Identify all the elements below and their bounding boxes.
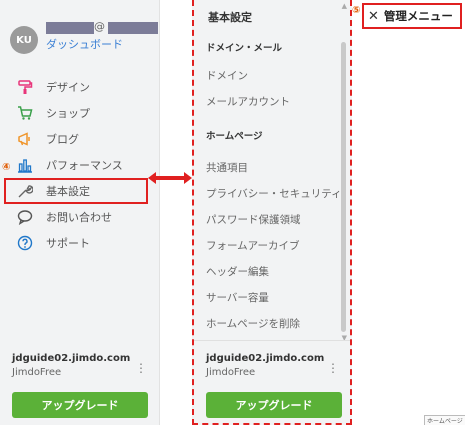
callout-marker-4: ④ — [2, 162, 11, 173]
kebab-icon[interactable]: ⋮ — [327, 361, 339, 375]
sidebar-item-settings[interactable]: 基本設定 — [4, 178, 148, 204]
settings-panel: 基本設定 ▲ ▼ ドメイン・メール ドメイン メールアカウント ホームページ 共… — [192, 0, 352, 425]
menu-item-mail-account[interactable]: メールアカウント — [206, 94, 290, 109]
menu-item-header-edit[interactable]: ヘッダー編集 — [206, 264, 269, 279]
bar-chart-icon — [16, 156, 34, 174]
left-sidebar: KU @ ダッシュボード デザイン ショップ ブログ パフォーマンス 基本設定 … — [0, 0, 160, 425]
cart-icon — [16, 104, 34, 122]
site-domain: jdguide02.jimdo.com — [12, 353, 131, 364]
sidebar-item-design[interactable]: デザイン — [0, 74, 160, 100]
menu-item-password-protected[interactable]: パスワード保護領域 — [206, 212, 301, 227]
account-block: KU @ ダッシュボード — [10, 20, 158, 60]
scrollbar[interactable] — [341, 42, 346, 332]
sidebar-item-label: お問い合わせ — [46, 211, 112, 224]
menu-item-server-capacity[interactable]: サーバー容量 — [206, 290, 269, 305]
close-admin-menu-label: 管理メニュー — [383, 9, 453, 23]
section-domain-mail: ドメイン・メール — [206, 43, 283, 54]
double-arrow-icon — [148, 172, 192, 184]
site-domain: jdguide02.jimdo.com — [206, 353, 325, 364]
account-email: @ — [46, 20, 158, 35]
scroll-up-icon[interactable]: ▲ — [342, 2, 347, 10]
sidebar-item-label: サポート — [46, 237, 90, 250]
question-circle-icon — [16, 234, 34, 252]
site-plan: JimdoFree — [206, 367, 256, 378]
megaphone-icon — [16, 130, 34, 148]
email-at-sign: @ — [94, 20, 105, 33]
sidebar-item-label: ブログ — [46, 133, 79, 146]
upgrade-button[interactable]: アップグレード — [12, 392, 148, 418]
sidebar-item-label: ショップ — [46, 107, 90, 120]
sidebar-item-performance[interactable]: パフォーマンス — [0, 152, 160, 178]
sidebar-item-label: パフォーマンス — [46, 159, 123, 172]
speech-bubble-icon — [16, 208, 34, 226]
close-icon: ✕ — [368, 8, 379, 24]
menu-item-privacy-security[interactable]: プライバシー・セキュリティ — [206, 186, 342, 201]
close-admin-menu-button[interactable]: ✕ 管理メニュー — [362, 3, 462, 29]
kebab-icon[interactable]: ⋮ — [135, 361, 147, 375]
site-plan: JimdoFree — [12, 367, 62, 378]
sidebar-item-blog[interactable]: ブログ — [0, 126, 160, 152]
sidebar-item-label: デザイン — [46, 81, 90, 94]
menu-item-delete-homepage[interactable]: ホームページを削除 — [206, 316, 300, 331]
menu-item-form-archive[interactable]: フォームアーカイブ — [206, 238, 300, 253]
wrench-icon — [16, 182, 34, 200]
sidebar-nav: デザイン ショップ ブログ パフォーマンス 基本設定 お問い合わせ サポート — [0, 74, 160, 256]
homepage-tab[interactable]: ホームページ — [424, 415, 465, 425]
sidebar-item-contact[interactable]: お問い合わせ — [0, 204, 160, 230]
menu-item-domain[interactable]: ドメイン — [206, 68, 248, 83]
paint-roller-icon — [16, 78, 34, 96]
settings-panel-title: 基本設定 — [208, 11, 252, 24]
menu-item-common[interactable]: 共通項目 — [206, 160, 248, 175]
redacted-email-part — [46, 22, 94, 34]
dashboard-link[interactable]: ダッシュボード — [46, 36, 123, 52]
avatar[interactable]: KU — [10, 26, 38, 54]
site-info: jdguide02.jimdo.com JimdoFree ⋮ — [206, 353, 342, 378]
callout-marker-5: ⑤ — [352, 5, 361, 16]
section-homepage: ホームページ — [206, 131, 263, 142]
sidebar-item-support[interactable]: サポート — [0, 230, 160, 256]
divider — [194, 340, 350, 341]
upgrade-button[interactable]: アップグレード — [206, 392, 342, 418]
sidebar-item-label: 基本設定 — [46, 185, 90, 198]
redacted-email-part — [108, 22, 158, 34]
sidebar-item-shop[interactable]: ショップ — [0, 100, 160, 126]
site-info: jdguide02.jimdo.com JimdoFree ⋮ — [12, 353, 150, 378]
